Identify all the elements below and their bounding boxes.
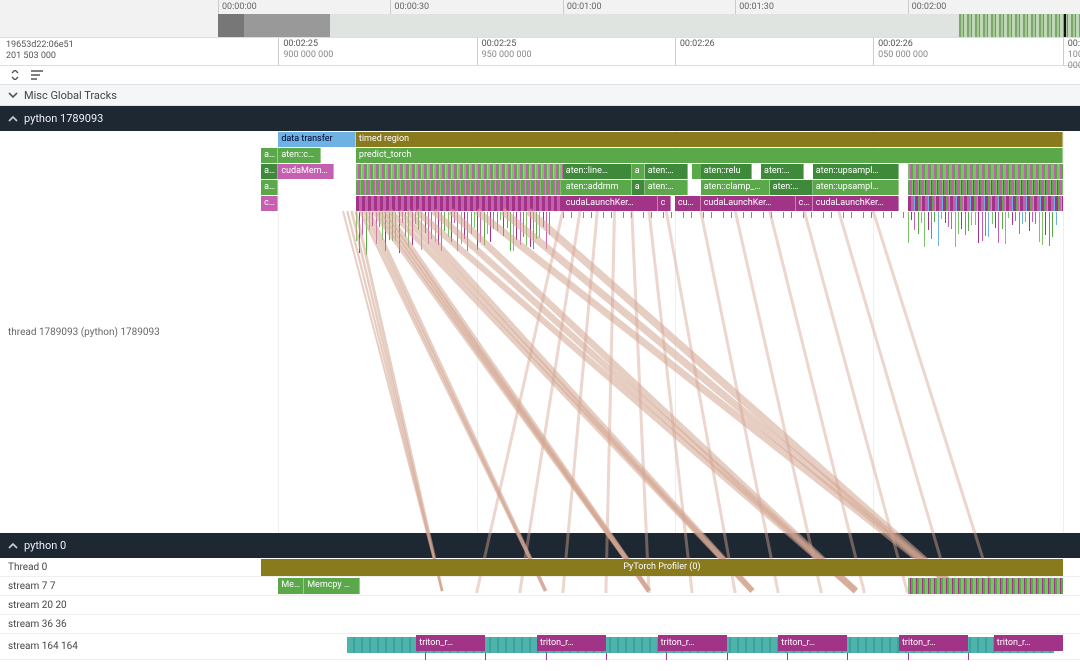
flame-slice[interactable]: cudaLaunchKer… [701, 196, 796, 211]
section-label: python 1789093 [24, 112, 103, 125]
overview-tick: 00:01:30 [735, 0, 907, 14]
overview-tick: 00:00:00 [218, 0, 390, 14]
process-label: stream 7 7 [0, 581, 218, 592]
flame-dense[interactable] [356, 180, 563, 195]
section-label: Misc Global Tracks [24, 89, 117, 102]
section-misc-global[interactable]: Misc Global Tracks [0, 84, 1080, 106]
flame-slice[interactable]: aten::upsampl… [813, 180, 899, 195]
overview-tick: 00:02:00 [908, 0, 1080, 14]
flame-slice[interactable]: predict_torch [356, 148, 1063, 163]
flame-slice[interactable]: aten::upsampl… [813, 164, 899, 179]
process-row[interactable]: stream 7 7 Me…Memcpy H… [0, 577, 1080, 596]
flame-slice[interactable]: cu… [675, 196, 701, 211]
memcpy-slice[interactable]: Memcpy H… [304, 578, 360, 594]
session-id: 19653d22:06e51 [6, 40, 212, 51]
time-ruler[interactable]: 19653d22:06e51 201 503 000 00:02:25900 0… [0, 38, 1080, 66]
flame-slice[interactable]: at… [261, 148, 278, 163]
ruler-tick: 00:02:26 [675, 38, 715, 65]
triton-kernel[interactable]: triton_r… [416, 635, 485, 651]
stream-dense[interactable] [908, 578, 1063, 594]
flame-slice[interactable]: c… [796, 196, 813, 211]
flame-dense[interactable] [563, 212, 908, 218]
process-row[interactable]: Thread 0 PyTorch Profiler (0) [0, 558, 1080, 577]
flame-graph[interactable]: thread 1789093 (python) 1789093 data tra… [0, 131, 1080, 533]
section-python-0[interactable]: python 0 [0, 533, 1080, 558]
chevron-down-icon [8, 90, 18, 100]
flame-slice[interactable]: cudaLaunchKer… [563, 196, 658, 211]
flame-slice[interactable]: at… [261, 180, 278, 195]
chevron-up-icon [8, 541, 18, 551]
flame-slice[interactable]: cudaLaunchKer… [813, 196, 899, 211]
process-row[interactable]: stream 36 36 [0, 615, 1080, 634]
process-rows: Thread 0 PyTorch Profiler (0) stream 7 7 Me… [0, 558, 1080, 660]
flame-slice[interactable]: c [658, 196, 671, 211]
triton-kernel[interactable]: triton_r… [658, 635, 727, 651]
process-row[interactable]: stream 20 20 [0, 596, 1080, 615]
flame-slice[interactable]: aten::co… [278, 148, 321, 163]
chevron-up-icon [8, 114, 18, 124]
process-label: stream 36 36 [0, 619, 218, 630]
overview-tick: 00:00:30 [390, 0, 562, 14]
flame-slice[interactable]: cu… [261, 196, 278, 211]
process-label: Thread 0 [0, 562, 218, 573]
ruler-tick: 00:02:25900 000 000 [278, 38, 333, 65]
flame-slice[interactable]: aten:… [645, 164, 688, 179]
collapse-icon[interactable] [8, 68, 22, 82]
triton-kernel[interactable]: triton_r… [537, 635, 606, 651]
session-sub: 201 503 000 [6, 51, 212, 62]
flame-slice[interactable]: aten::addmm [563, 180, 632, 195]
flame-slice[interactable]: a [632, 180, 645, 195]
triton-kernel[interactable]: triton_r… [778, 635, 847, 651]
triton-kernel[interactable]: triton_r… [994, 635, 1063, 651]
flame-slice[interactable]: aten::line… [563, 164, 632, 179]
flame-dense[interactable] [692, 164, 701, 179]
flame-slice[interactable]: aten::clamp_m… [701, 180, 770, 195]
flame-slice[interactable]: aten:… [761, 164, 804, 179]
flame-slice[interactable]: data transfer [278, 132, 356, 147]
overview-tick: 00:01:00 [563, 0, 735, 14]
section-python-1789093[interactable]: python 1789093 [0, 106, 1080, 131]
toolbar [0, 66, 1080, 84]
process-label: stream 20 20 [0, 600, 218, 611]
ruler-tick: 00:02:25950 000 000 [477, 38, 532, 65]
flame-slice[interactable]: aten:… [770, 180, 813, 195]
flame-dense[interactable] [908, 180, 1063, 195]
ruler-tick: 00:02:26050 000 000 [873, 38, 928, 65]
memcpy-slice[interactable]: Me… [278, 578, 304, 594]
overview-timeline[interactable]: 00:00:00 00:00:30 00:01:00 00:01:30 00:0… [0, 0, 1080, 38]
flame-dense[interactable] [356, 164, 563, 179]
menu-icon[interactable] [30, 68, 44, 82]
flame-slice[interactable]: aten::relu [701, 164, 753, 179]
flame-dense[interactable] [908, 164, 1063, 179]
flame-dense[interactable] [908, 196, 1063, 211]
flame-slice[interactable]: a [632, 164, 645, 179]
flame-slice[interactable]: cudaMemc… [278, 164, 334, 179]
flame-slice[interactable]: timed region [356, 132, 1063, 147]
flame-dense[interactable] [356, 196, 563, 211]
ruler-tick: 00:02:26100 000 000 [1063, 38, 1080, 65]
thread-label: thread 1789093 (python) 1789093 [8, 327, 160, 338]
section-label: python 0 [24, 539, 66, 552]
process-row[interactable]: stream 164 164 triton_r… triton_r… triton_r… [0, 634, 1080, 660]
thread0-bar[interactable]: PyTorch Profiler (0) [261, 559, 1063, 576]
triton-kernel[interactable]: triton_r… [899, 635, 968, 651]
flame-slice[interactable]: aten:… [645, 180, 688, 195]
process-label: stream 164 164 [0, 641, 218, 652]
flame-slice[interactable]: at… [261, 164, 278, 179]
